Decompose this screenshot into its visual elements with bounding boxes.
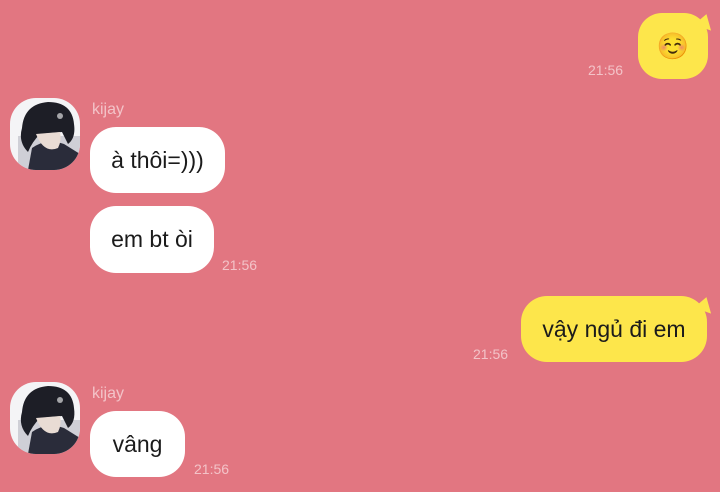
message-text: à thôi=))) [111, 146, 204, 173]
message-text: vâng [112, 430, 163, 457]
message-text: vậy ngủ đi em [542, 315, 686, 342]
message-bubble-incoming[interactable]: à thôi=))) [90, 127, 225, 193]
avatar[interactable] [10, 98, 80, 170]
message-timestamp: 21:56 [473, 346, 509, 362]
message-bubble-incoming[interactable]: vâng [90, 411, 185, 477]
sender-name: kijay [92, 385, 125, 402]
message-text: ☺️ [656, 30, 690, 61]
sender-name: kijay [92, 101, 125, 118]
message-text: em bt òi [111, 226, 193, 252]
avatar[interactable] [10, 382, 80, 454]
message-timestamp: 21:56 [194, 461, 230, 477]
message-bubble-outgoing[interactable]: vậy ngủ đi em [521, 296, 707, 362]
avatar-photo [10, 98, 80, 170]
message-bubble-incoming[interactable]: em bt òi [90, 206, 214, 273]
message-timestamp: 21:56 [588, 62, 624, 78]
message-timestamp: 21:56 [222, 257, 258, 273]
avatar-photo [10, 382, 80, 454]
